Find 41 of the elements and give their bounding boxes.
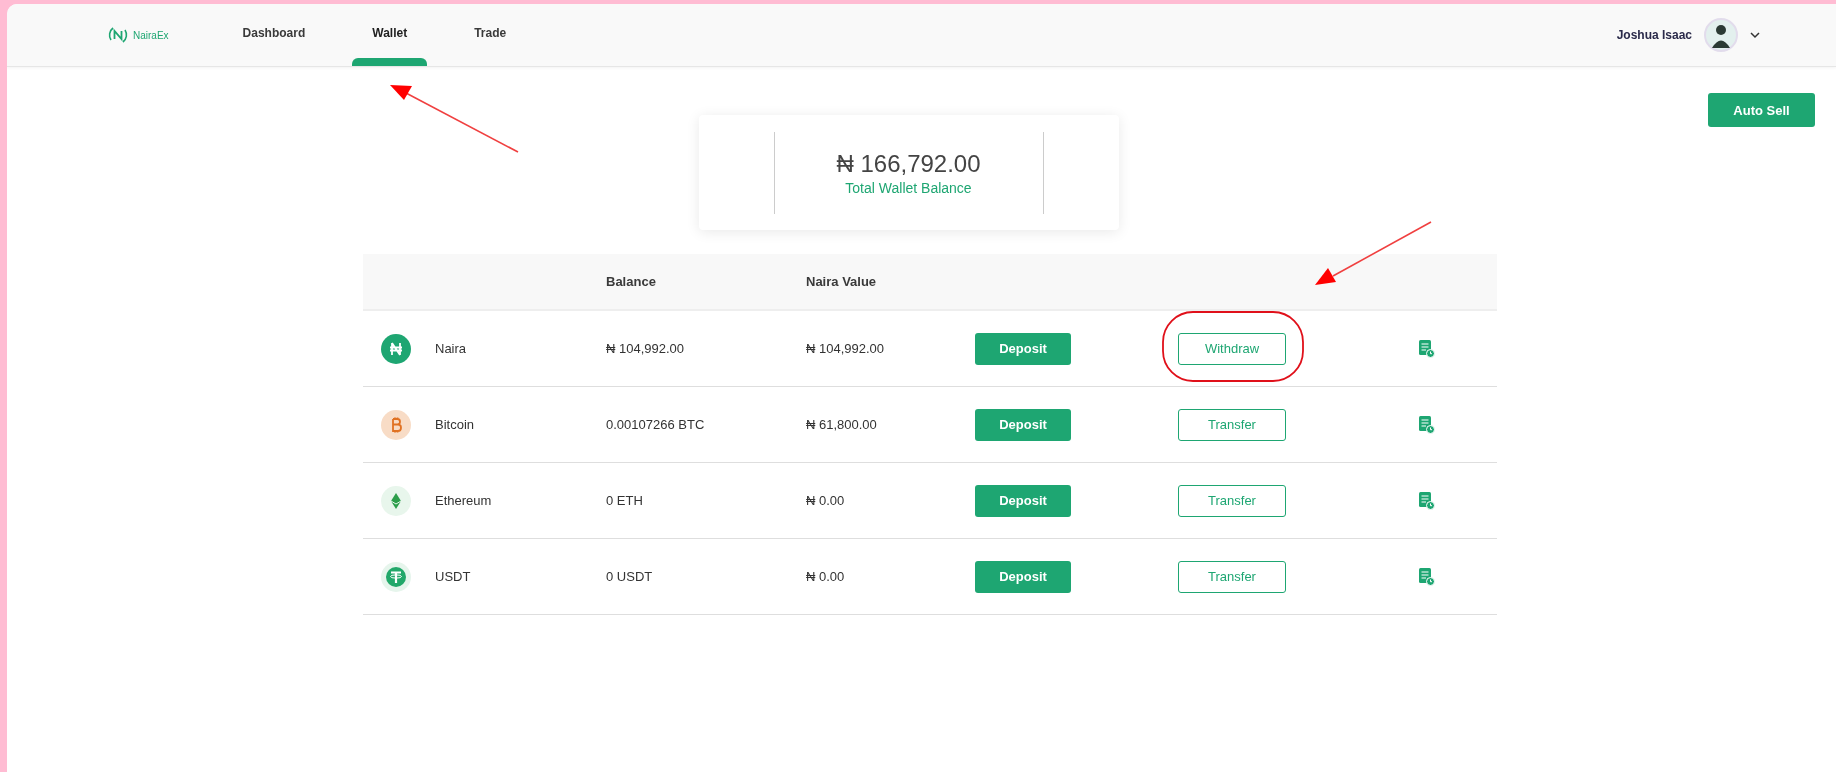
nav-tab[interactable]: Trade xyxy=(454,4,527,66)
asset-name: Naira xyxy=(435,341,468,356)
naira-value-cell-text: ₦ 104,992.00 xyxy=(806,341,886,356)
history-icon[interactable] xyxy=(1418,339,1435,358)
coin-icon xyxy=(381,561,411,592)
brand-name: NairaEx xyxy=(133,29,169,41)
avatar-icon[interactable] xyxy=(1704,18,1738,52)
history-icon[interactable] xyxy=(1418,567,1435,586)
transfer-button[interactable]: Transfer xyxy=(1178,484,1286,517)
history-icon[interactable] xyxy=(1418,491,1435,510)
deposit-button[interactable]: Deposit xyxy=(975,560,1071,593)
auto-sell-button[interactable]: Auto Sell xyxy=(1708,93,1815,127)
deposit-button[interactable]: Deposit xyxy=(975,332,1071,365)
column-header: Naira Value xyxy=(806,274,878,289)
column-header: Balance xyxy=(606,274,657,289)
coin-icon xyxy=(381,485,411,516)
coin-icon xyxy=(381,333,411,364)
transfer-button[interactable]: Transfer xyxy=(1178,560,1286,593)
balance-cell-text: 0 USDT xyxy=(606,569,654,584)
naira-value-cell-text: ₦ 61,800.00 xyxy=(806,417,878,432)
total-balance-amount: ₦ 166,792.00 xyxy=(836,149,981,178)
deposit-button[interactable]: Deposit xyxy=(975,484,1071,517)
coin-icon xyxy=(381,409,411,440)
asset-name: Ethereum xyxy=(435,493,493,508)
nav-tab[interactable]: Dashboard xyxy=(222,4,326,66)
asset-name: Bitcoin xyxy=(435,417,476,432)
naira-value-cell-text: ₦ 0.00 xyxy=(806,493,846,508)
total-balance-label: Total Wallet Balance xyxy=(845,179,972,196)
transfer-button[interactable]: Withdraw xyxy=(1178,332,1286,365)
transfer-button[interactable]: Transfer xyxy=(1178,408,1286,441)
caret-icon[interactable] xyxy=(1750,31,1760,39)
balance-cell-text: 0.00107266 BTC xyxy=(606,417,706,432)
balance-cell-text: ₦ 104,992.00 xyxy=(606,341,686,356)
user-name: Joshua Isaac xyxy=(1616,28,1692,42)
logo-icon xyxy=(107,24,129,46)
deposit-button[interactable]: Deposit xyxy=(975,408,1071,441)
balance-cell-text: 0 ETH xyxy=(606,493,644,508)
history-icon[interactable] xyxy=(1418,415,1435,434)
naira-value-cell-text: ₦ 0.00 xyxy=(806,569,846,584)
nav-tab[interactable]: Wallet xyxy=(352,4,428,66)
asset-name: USDT xyxy=(435,569,472,584)
